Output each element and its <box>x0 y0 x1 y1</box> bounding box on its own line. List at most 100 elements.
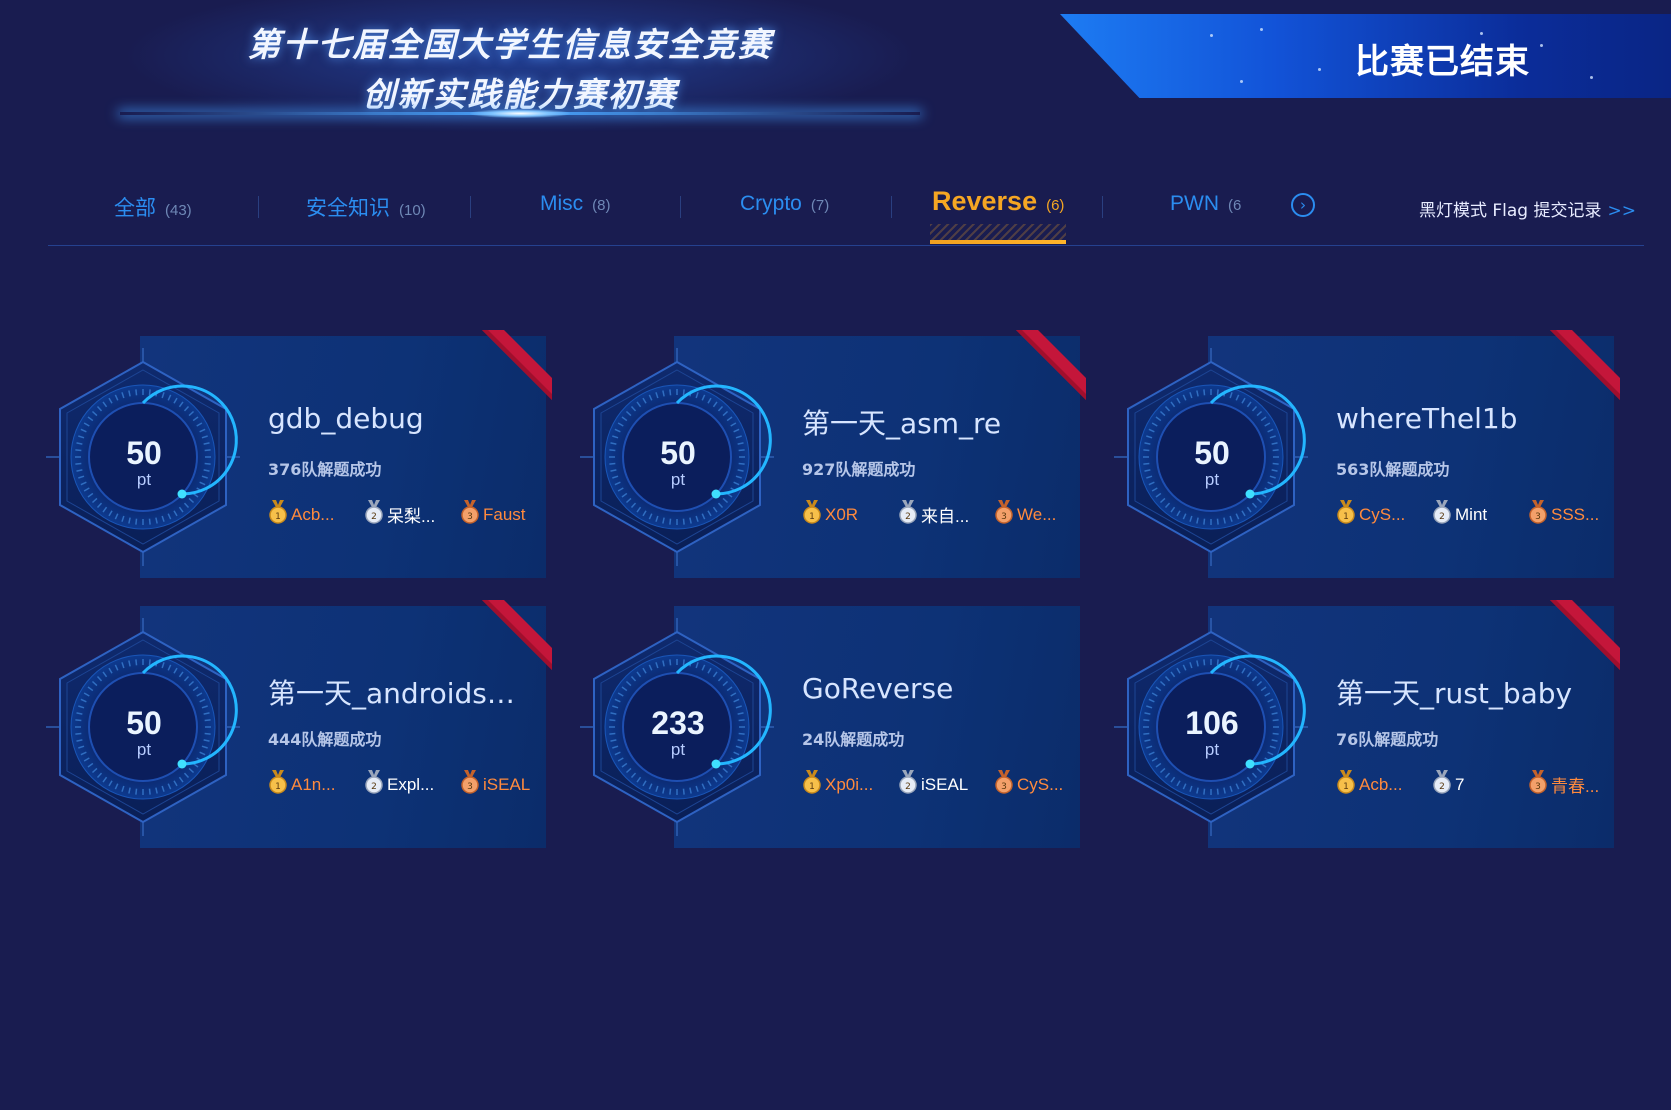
solver-rank-3: 3 We... <box>994 500 1056 529</box>
medal-gold-icon: 1 <box>268 770 288 799</box>
solver-team-name: 青春... <box>1551 777 1600 796</box>
solver-team-name: CyS... <box>1359 504 1406 524</box>
score-unit: pt <box>136 470 152 489</box>
solved-count: 563队解题成功 <box>1336 460 1450 479</box>
solver-team-name: Faust <box>483 504 526 524</box>
title-spark <box>470 109 570 118</box>
solved-count: 376队解题成功 <box>268 460 382 479</box>
solved-count: 24队解题成功 <box>802 730 905 749</box>
svg-text:3: 3 <box>467 512 473 522</box>
medal-silver-icon: 2 <box>364 500 384 529</box>
medal-gold-icon: 1 <box>802 770 822 799</box>
tab-label: PWN <box>1170 192 1219 215</box>
challenge-card[interactable]: 50 pt whereThel1b 563队解题成功 1 CyS... 2 Mi… <box>1114 330 1620 578</box>
score-value: 50 <box>126 705 162 741</box>
svg-text:2: 2 <box>1439 512 1445 522</box>
score-unit: pt <box>1204 740 1220 759</box>
tab-misc[interactable]: Misc (8) <box>540 192 611 216</box>
tab-reverse[interactable]: Reverse (6) <box>932 186 1064 217</box>
medal-gold-icon: 1 <box>1336 770 1356 799</box>
score-unit: pt <box>136 740 152 759</box>
solver-rank-3: 3 Faust <box>460 500 526 529</box>
solver-team-name: Acb... <box>291 504 335 524</box>
solved-ribbon-icon <box>996 330 1086 420</box>
svg-text:2: 2 <box>905 512 911 522</box>
svg-text:1: 1 <box>809 512 815 522</box>
solver-rank-3: 3 CyS... <box>994 770 1063 799</box>
tab-label: 安全知识 <box>306 197 390 220</box>
svg-text:2: 2 <box>371 782 377 792</box>
medal-bronze-icon: 3 <box>1528 770 1548 799</box>
tab-separator <box>680 196 681 218</box>
solver-team-name: 呆梨... <box>387 507 436 526</box>
tab-count: (43) <box>165 202 192 219</box>
medal-gold-icon: 1 <box>802 500 822 529</box>
medal-bronze-icon: 3 <box>460 770 480 799</box>
blackout-flag-log-link[interactable]: 黑灯模式 Flag 提交记录 >> <box>1419 196 1636 221</box>
score-value: 233 <box>651 705 705 741</box>
tab-pwn[interactable]: PWN (6 <box>1170 192 1241 216</box>
contest-status: 比赛已结束 <box>1355 42 1530 82</box>
flag-link-label: 黑灯模式 Flag 提交记录 <box>1418 201 1602 221</box>
top-solvers: 1 Acb... 2 7 3 青春... <box>1336 770 1606 796</box>
tab-label: Crypto <box>740 192 802 215</box>
top-solvers: 1 A1n... 2 Expl... 3 iSEAL <box>268 770 538 796</box>
tab-label: Reverse <box>932 186 1038 216</box>
score-badge: 106 pt <box>1162 706 1262 760</box>
tab-security-knowledge[interactable]: 安全知识 (10) <box>306 192 426 222</box>
tab-separator <box>891 196 892 218</box>
solver-team-name: X0R <box>825 504 859 524</box>
score-unit: pt <box>670 740 686 759</box>
tab-count: (10) <box>399 202 426 219</box>
tab-count: (8) <box>592 197 611 214</box>
top-solvers: 1 Xp0i... 2 iSEAL 3 CyS... <box>802 770 1072 796</box>
challenge-card[interactable]: 233 pt GoReverse 24队解题成功 1 Xp0i... 2 iSE… <box>580 606 1080 848</box>
solver-team-name: Xp0i... <box>825 774 874 794</box>
tab-count: (6 <box>1228 197 1242 214</box>
tab-separator <box>1102 196 1103 218</box>
top-solvers: 1 X0R 2 来自... 3 We... <box>802 500 1072 526</box>
tab-count: (7) <box>810 197 830 214</box>
solved-count: 76队解题成功 <box>1336 730 1439 749</box>
svg-text:3: 3 <box>1535 782 1541 792</box>
challenge-card[interactable]: 50 pt gdb_debug 376队解题成功 1 Acb... 2 呆梨..… <box>46 330 552 578</box>
solver-team-name: iSEAL <box>483 774 531 794</box>
score-value: 50 <box>660 435 696 471</box>
challenge-card[interactable]: 106 pt 第一天_rust_baby 76队解题成功 1 Acb... 2 … <box>1114 600 1620 848</box>
medal-bronze-icon: 3 <box>1528 500 1548 529</box>
svg-text:2: 2 <box>1439 782 1445 792</box>
score-badge: 233 pt <box>628 706 728 760</box>
svg-text:1: 1 <box>275 782 281 792</box>
solver-rank-2: 2 呆梨... <box>364 500 435 529</box>
svg-text:1: 1 <box>275 512 281 522</box>
solver-rank-2: 2 Expl... <box>364 770 434 799</box>
challenge-card[interactable]: 50 pt 第一天_androids… 444队解题成功 1 A1n... 2 … <box>46 600 552 848</box>
solved-count: 927队解题成功 <box>802 460 916 479</box>
contest-title-line1: 第十七届全国大学生信息安全竞赛 <box>247 25 773 64</box>
solver-rank-2: 2 来自... <box>898 500 969 529</box>
challenge-card[interactable]: 50 pt 第一天_asm_re 927队解题成功 1 X0R 2 来自... <box>580 330 1086 578</box>
chevron-right-circle-icon[interactable]: › <box>1291 193 1315 217</box>
solved-ribbon-icon <box>1530 600 1620 690</box>
score-value: 50 <box>1194 435 1230 471</box>
double-arrow-icon: >> <box>1607 201 1637 221</box>
solver-team-name: We... <box>1017 504 1057 524</box>
tab-separator <box>470 196 471 218</box>
solver-rank-2: 2 7 <box>1432 770 1464 799</box>
challenge-name: GoReverse <box>802 672 954 705</box>
svg-text:2: 2 <box>371 512 377 522</box>
solved-ribbon-icon <box>1530 330 1620 420</box>
svg-text:1: 1 <box>1343 782 1349 792</box>
score-badge: 50 pt <box>628 436 728 490</box>
solver-rank-2: 2 iSEAL <box>898 770 968 799</box>
tab-separator <box>258 196 259 218</box>
tab-crypto[interactable]: Crypto (7) <box>740 192 829 216</box>
score-badge: 50 pt <box>1162 436 1262 490</box>
solver-rank-1: 1 A1n... <box>268 770 335 799</box>
tab-all[interactable]: 全部 (43) <box>114 192 192 222</box>
score-badge: 50 pt <box>94 706 194 760</box>
score-badge: 50 pt <box>94 436 194 490</box>
solver-rank-1: 1 CyS... <box>1336 500 1405 529</box>
solver-rank-2: 2 Mint <box>1432 500 1487 529</box>
solver-team-name: Expl... <box>387 774 435 794</box>
